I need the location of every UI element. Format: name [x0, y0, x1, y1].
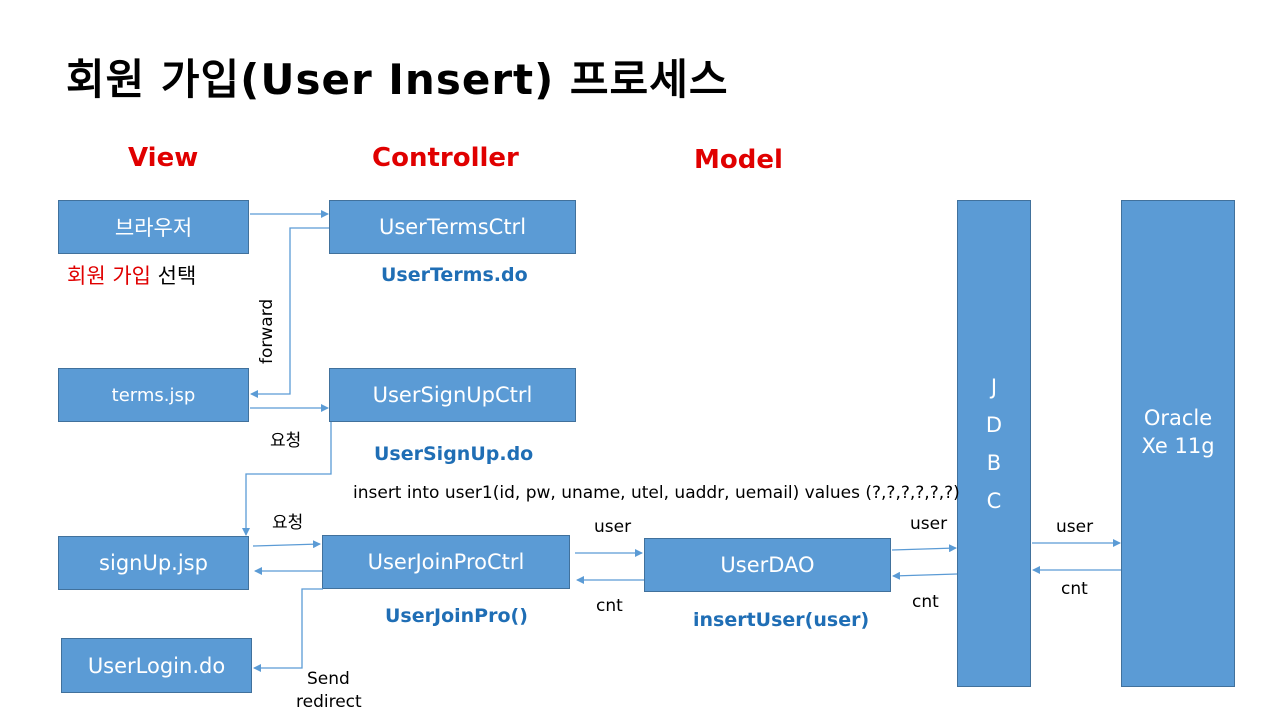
jdbc-box: J D B C	[957, 200, 1031, 687]
jdbc-letter-d: D	[985, 412, 1003, 437]
user-join-pro-ctrl-box: UserJoinProCtrl	[322, 535, 570, 589]
oracle-box: Oracle Xe 11g	[1121, 200, 1235, 687]
user-label-3: user	[1056, 517, 1094, 537]
user-label-1: user	[594, 517, 632, 537]
sql-label: insert into user1(id, pw, uname, utel, u…	[353, 483, 960, 503]
cnt-label-1: cnt	[596, 596, 623, 616]
oracle-line-2: Xe 11g	[1141, 433, 1215, 458]
signup-select-label: 회원 가입 선택	[67, 260, 196, 290]
arrow-signup-jsp-to-join-pro-ctrl	[252, 540, 321, 549]
user-dao-box: UserDAO	[644, 538, 891, 592]
send-redirect-label-1: Send	[307, 669, 350, 689]
user-signup-do-label: UserSignUp.do	[374, 443, 534, 465]
send-redirect-label-2: redirect	[296, 692, 362, 712]
user-terms-ctrl-box: UserTermsCtrl	[329, 200, 576, 254]
user-signup-ctrl-box: UserSignUpCtrl	[329, 368, 576, 422]
jdbc-letter-c: C	[986, 488, 1002, 513]
model-heading: Model	[694, 145, 783, 175]
cnt-label-2: cnt	[912, 592, 939, 612]
arrow-jdbc-to-dao	[892, 571, 958, 580]
signup-select-red-text: 회원 가입	[67, 264, 151, 288]
user-join-pro-label: UserJoinPro()	[385, 605, 528, 627]
jdbc-letter-b: B	[986, 450, 1002, 475]
user-login-box: UserLogin.do	[61, 638, 252, 693]
forward-label: forward	[257, 298, 277, 364]
request-label-1: 요청	[270, 431, 302, 451]
browser-box: 브라우저	[58, 200, 249, 254]
jdbc-letter-j: J	[990, 374, 998, 399]
controller-heading: Controller	[372, 143, 519, 173]
oracle-line-1: Oracle	[1143, 405, 1213, 430]
insert-user-label: insertUser(user)	[693, 609, 870, 631]
signup-jsp-box: signUp.jsp	[58, 536, 249, 590]
view-heading: View	[128, 143, 199, 173]
user-label-2: user	[910, 514, 948, 534]
request-label-2: 요청	[272, 513, 304, 533]
arrow-dao-to-jdbc	[891, 544, 957, 553]
terms-jsp-box: terms.jsp	[58, 368, 249, 422]
cnt-label-3: cnt	[1061, 579, 1088, 599]
flow-arrows	[242, 210, 1121, 672]
signup-select-black-text: 선택	[157, 264, 197, 288]
page-title: 회원 가입(User Insert) 프로세스	[66, 55, 729, 104]
user-terms-do-label: UserTerms.do	[381, 264, 528, 286]
arrow-send-redirect	[253, 588, 323, 672]
